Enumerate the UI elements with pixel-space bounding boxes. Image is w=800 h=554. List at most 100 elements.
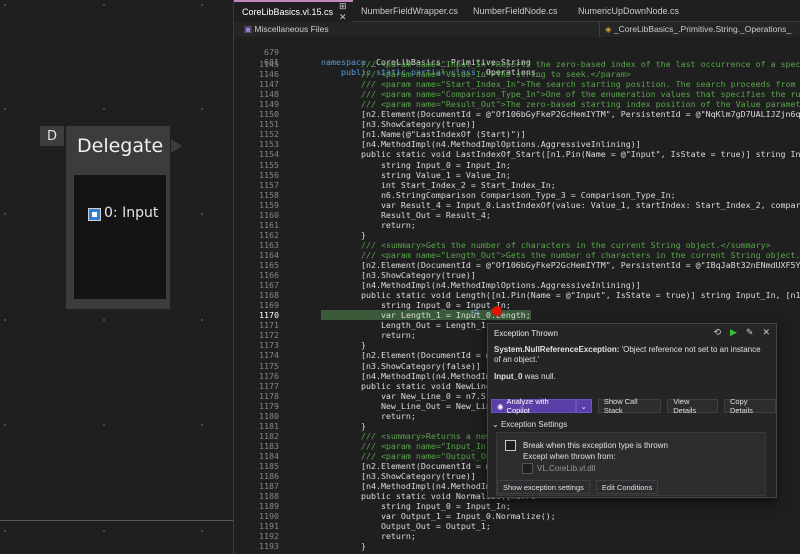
code-text: return; — [321, 330, 416, 341]
line-number: 1147 — [259, 79, 279, 90]
grid-dot — [103, 108, 105, 110]
code-line[interactable]: 1154 public static void LastIndexOf_Star… — [234, 149, 800, 159]
grid-dot — [103, 319, 105, 321]
code-text: New_Line_Out = New_Line_0; — [321, 400, 511, 411]
current-statement-arrow-icon: ➪ — [471, 307, 480, 318]
tab-corelibbasics[interactable]: CoreLibBasics.vl.15.cs ⊞ ✕ — [234, 0, 353, 22]
code-line[interactable]: 1146 /// <param name="Value_In">The stri… — [234, 69, 800, 79]
code-line[interactable]: 1166 [n3.ShowCategory(true)] — [234, 270, 800, 280]
code-line[interactable]: 1190 var Output_1 = Input_0.Normalize(); — [234, 511, 800, 521]
input-pin-icon[interactable] — [88, 208, 101, 221]
code-line[interactable]: 1148 /// <param name="Comparison_Type_In… — [234, 89, 800, 99]
line-number: 1152 — [259, 129, 279, 140]
code-line[interactable]: 1160 Result_Out = Result_4; — [234, 210, 800, 220]
code-line[interactable]: 1191 Output_Out = Output_1; — [234, 521, 800, 531]
code-line[interactable]: 1170 var Length_1 = Input_0.Length; — [234, 310, 800, 321]
popup-toolbar: ⟲ ▶ ✎ ✕ — [713, 327, 770, 338]
code-text: [n1.Name(@"LastIndexOf (Start)")] — [321, 129, 526, 140]
exception-settings-header[interactable]: ⌄ Exception Settings — [492, 420, 567, 429]
except-label: Except when thrown from: — [523, 452, 616, 461]
copy-details-button[interactable]: Copy Details — [723, 397, 776, 415]
sticky-header-line: 681 public static partial class _Operati… — [264, 57, 541, 78]
code-line[interactable]: 1169 string Input_0 = Input_In; — [234, 300, 800, 310]
line-number: 1191 — [259, 521, 279, 532]
member-dropdown[interactable]: ◈ _CoreLibBasics_.Primitive.String._Oper… — [605, 24, 791, 35]
show-exception-settings-button[interactable]: Show exception settings — [497, 480, 590, 494]
tab-numericupdownnode[interactable]: NumericUpDownNode.cs — [570, 0, 690, 22]
line-number: 1163 — [259, 239, 279, 250]
close-icon[interactable]: ⊞ ✕ — [339, 1, 353, 23]
code-text: [n3.ShowCategory(true)] — [321, 471, 476, 482]
editor-tab-strip: CoreLibBasics.vl.15.cs ⊞ ✕ NumberFieldWr… — [234, 0, 800, 22]
line-number: 1153 — [259, 139, 279, 150]
code-line[interactable]: 1164 /// <param name="Length_Out">Gets t… — [234, 250, 800, 260]
code-line[interactable]: 1153 [n4.MethodImpl(n4.MethodImplOptions… — [234, 139, 800, 149]
canvas-divider — [0, 520, 233, 521]
line-number: 1146 — [259, 69, 279, 80]
code-line[interactable]: 1161 return; — [234, 220, 800, 230]
line-number: 1157 — [259, 179, 279, 190]
code-line[interactable]: 1145 /// <param name="Input_In">Reports … — [234, 59, 800, 69]
tab-numberfieldnode[interactable]: NumberFieldNode.cs — [465, 0, 570, 22]
edit-conditions-button[interactable]: Edit Conditions — [595, 480, 659, 494]
line-number: 1154 — [259, 149, 279, 160]
code-text: [n2.Element(DocumentId = @"Of106bGyFkeP2… — [321, 260, 800, 270]
grid-dot — [201, 530, 203, 532]
code-line[interactable]: 1152 [n1.Name(@"LastIndexOf (Start)")] — [234, 129, 800, 139]
code-text: int Start_Index_2 = Start_Index_In; — [321, 179, 556, 190]
code-line[interactable]: 1149 /// <param name="Result_Out">The ze… — [234, 99, 800, 109]
code-line[interactable]: 1157 int Start_Index_2 = Start_Index_In; — [234, 180, 800, 190]
code-line[interactable]: 1155 string Input_0 = Input_In; — [234, 160, 800, 170]
line-number: 1169 — [259, 300, 279, 311]
pin-icon[interactable]: ✎ — [746, 327, 754, 338]
class-icon: ◈ — [605, 24, 614, 34]
code-line[interactable]: 1151 [n3.ShowCategory(true)] — [234, 119, 800, 129]
line-number: 1150 — [259, 109, 279, 120]
code-text: /// <summary>Gets the number of characte… — [321, 239, 771, 250]
tab-label: CoreLibBasics.vl.15.cs — [242, 6, 334, 17]
line-number: 1172 — [259, 330, 279, 341]
project-dropdown[interactable]: ▣ Miscellaneous Files — [244, 24, 329, 35]
continue-icon[interactable]: ▶ — [730, 327, 737, 338]
tab-numberfieldwrapper[interactable]: NumberFieldWrapper.cs — [353, 0, 465, 22]
dll-checkbox[interactable] — [522, 463, 533, 474]
breakpoint-icon[interactable] — [492, 306, 502, 316]
break-checkbox[interactable] — [505, 440, 516, 451]
code-line[interactable]: 1168 public static void Length([n1.Pin(N… — [234, 290, 800, 300]
history-icon[interactable]: ⟲ — [713, 327, 721, 338]
line-number: 1168 — [259, 290, 279, 301]
code-line[interactable]: 1189 string Input_0 = Input_In; — [234, 501, 800, 511]
code-line[interactable]: 1192 return; — [234, 531, 800, 541]
code-line[interactable]: 1156 string Value_1 = Value_In; — [234, 170, 800, 180]
show-call-stack-button[interactable]: Show Call Stack — [597, 397, 662, 415]
code-line[interactable]: 1193 } — [234, 541, 800, 551]
code-text: /// <param name="Length_Out">Gets the nu… — [321, 249, 800, 260]
patch-canvas[interactable]: D Delegate 0: Input — [0, 0, 233, 554]
code-line[interactable]: 1162 } — [234, 230, 800, 240]
line-number: 1192 — [259, 531, 279, 542]
line-number: 1188 — [259, 491, 279, 502]
code-line[interactable]: 1150 [n2.Element(DocumentId = @"Of106bGy… — [234, 109, 800, 119]
view-details-button[interactable]: View Details — [667, 397, 718, 415]
code-line[interactable]: 1147 /// <param name="Start_Index_In">Th… — [234, 79, 800, 89]
exception-message: System.NullReferenceException: 'Object r… — [494, 345, 769, 365]
analyze-copilot-button[interactable]: ◉ Analyze with Copilot — [491, 397, 576, 415]
code-text: [n2.Element(DocumentId = @"Of106bGyFkeP2… — [321, 109, 800, 120]
grid-dot — [201, 319, 203, 321]
close-icon[interactable]: ✕ — [762, 327, 770, 338]
code-line[interactable]: 1165 [n2.Element(DocumentId = @"Of106bGy… — [234, 260, 800, 270]
code-text: [n3.ShowCategory(true)] — [321, 270, 476, 281]
code-line[interactable]: 1159 var Result_4 = Input_0.LastIndexOf(… — [234, 200, 800, 210]
code-line[interactable]: 1158 n6.StringComparison Comparison_Type… — [234, 190, 800, 200]
line-number: 1186 — [259, 471, 279, 482]
code-text: var Output_1 = Input_0.Normalize(); — [321, 511, 556, 522]
code-line[interactable]: 1163 /// <summary>Gets the number of cha… — [234, 240, 800, 250]
tab-label: NumberFieldWrapper.cs — [361, 6, 458, 16]
code-text: return; — [321, 531, 416, 542]
code-line[interactable]: 1167 [n4.MethodImpl(n4.MethodImplOptions… — [234, 280, 800, 290]
line-number: 1176 — [259, 370, 279, 381]
tab-label: NumberFieldNode.cs — [473, 6, 558, 16]
line-number: 1178 — [259, 390, 279, 401]
copilot-dropdown-button[interactable]: ⌄ — [575, 399, 592, 413]
delegate-node-title[interactable]: Delegate — [66, 126, 170, 166]
